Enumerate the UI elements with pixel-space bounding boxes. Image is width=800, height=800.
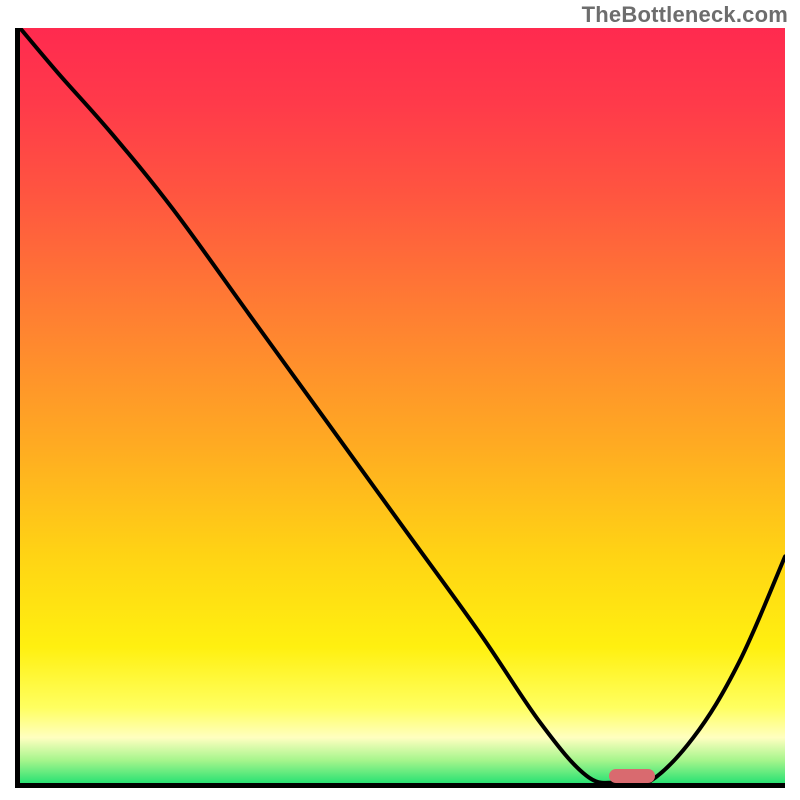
watermark-text: TheBottleneck.com: [582, 2, 788, 28]
chart-container: TheBottleneck.com: [0, 0, 800, 800]
plot-area: [15, 28, 785, 788]
bottleneck-curve: [20, 28, 785, 783]
optimal-range-marker: [609, 769, 655, 783]
